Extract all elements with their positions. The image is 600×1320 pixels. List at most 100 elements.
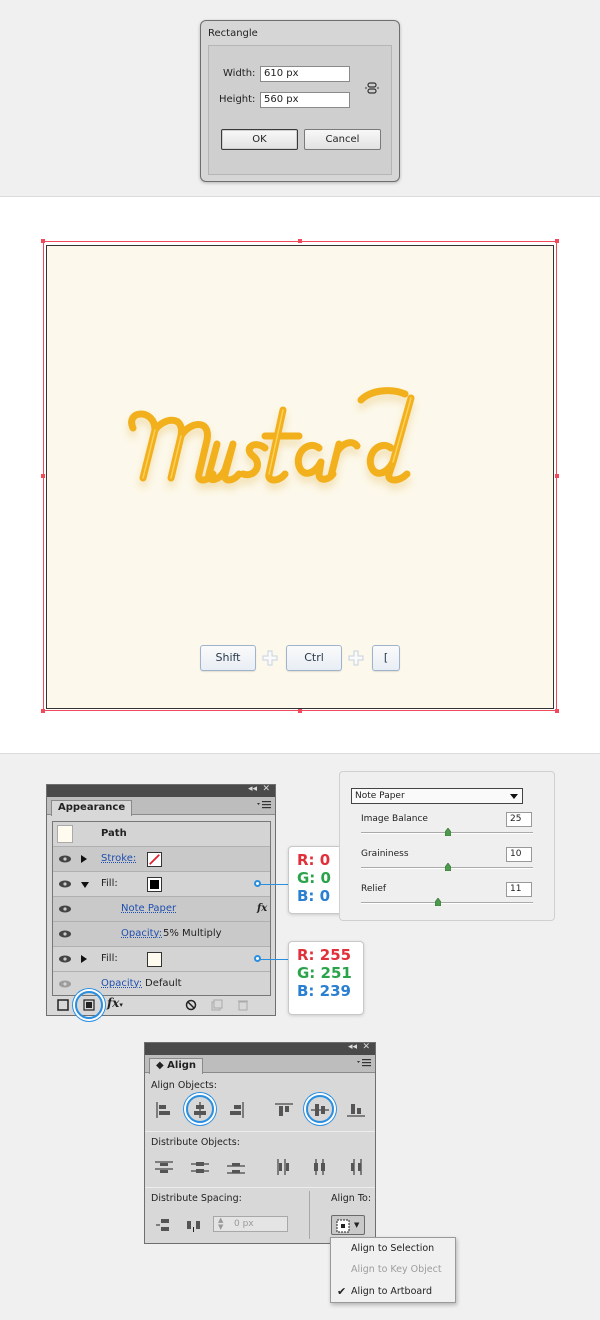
menu-item-align-to-selection[interactable]: Align to Selection [331, 1238, 455, 1260]
align-panel: ◂◂ ✕ ◆ Align Align Objects: Distribute O… [144, 1042, 376, 1244]
graininess-input[interactable]: 10 [506, 847, 532, 862]
visibility-eye-icon[interactable] [59, 955, 71, 963]
align-to-dropdown-menu: Align to Selection Align to Key Object ✔… [330, 1237, 456, 1303]
slider-thumb-icon[interactable] [445, 863, 451, 871]
list-item-stroke[interactable]: Stroke: [53, 847, 270, 872]
list-item-fill-black[interactable]: Fill: [53, 872, 270, 897]
panel-titlebar[interactable]: ◂◂ ✕ [145, 1042, 375, 1055]
vertical-distribute-top-icon[interactable] [155, 1159, 173, 1175]
highlight-ring [186, 1095, 214, 1123]
collapse-triangle-icon[interactable] [81, 882, 89, 888]
dialog-title: Rectangle [208, 28, 258, 39]
panel-menu-icon[interactable] [357, 1058, 371, 1068]
horizontal-distribute-right-icon[interactable] [347, 1159, 365, 1175]
fill-black-swatch[interactable] [147, 877, 162, 892]
plus-icon [348, 650, 364, 666]
delete-item-icon [238, 1000, 248, 1011]
tab-appearance[interactable]: Appearance [51, 800, 133, 816]
list-item-opacity-multiply[interactable]: Opacity: 5% Multiply [53, 922, 270, 947]
cancel-button[interactable]: Cancel [304, 129, 381, 150]
visibility-eye-icon[interactable] [59, 980, 71, 988]
blue-value: B: 0 [297, 887, 331, 905]
collapse-icon[interactable]: ◂◂ [348, 1042, 357, 1052]
visibility-eye-icon[interactable] [59, 855, 71, 863]
selection-handle[interactable] [555, 709, 559, 713]
fx-icon[interactable]: fx [257, 903, 267, 914]
list-item-note-paper[interactable]: Note Paper fx [53, 897, 270, 922]
visibility-eye-icon[interactable] [59, 880, 71, 888]
add-effect-fx-icon[interactable]: fx▾ [107, 996, 123, 1010]
selection-handle[interactable] [555, 474, 559, 478]
horizontal-align-left-icon[interactable] [155, 1102, 173, 1118]
vertical-distribute-center-icon[interactable] [191, 1159, 209, 1175]
selection-handle[interactable] [41, 239, 45, 243]
graininess-slider[interactable] [361, 863, 533, 871]
constrain-proportions-icon[interactable] [364, 80, 380, 96]
relief-slider[interactable] [361, 898, 533, 906]
visibility-eye-icon[interactable] [59, 930, 71, 938]
opacity-link[interactable]: Opacity: [121, 928, 162, 939]
opacity-value: 5% Multiply [163, 928, 222, 939]
expand-triangle-icon[interactable] [81, 955, 87, 963]
vertical-align-top-icon[interactable] [275, 1102, 293, 1118]
height-field[interactable]: 560 px [260, 92, 350, 108]
graininess-label: Graininess [361, 849, 409, 859]
stroke-none-swatch[interactable] [147, 852, 162, 867]
panel-menu-icon[interactable] [257, 800, 271, 810]
collapse-icon[interactable]: ◂◂ [248, 784, 257, 794]
visibility-eye-icon[interactable] [59, 905, 71, 913]
callout-connector [258, 884, 290, 885]
close-icon[interactable]: ✕ [362, 1042, 370, 1052]
selection-handle[interactable] [298, 239, 302, 243]
key-shift: Shift [200, 645, 256, 671]
selection-handle[interactable] [555, 239, 559, 243]
divider [145, 1187, 375, 1188]
image-balance-label: Image Balance [361, 814, 428, 824]
spacing-input: ▲ ▼ 0 px [213, 1216, 288, 1232]
appearance-panel: ◂◂ ✕ Appearance Path Stroke: Fill: Note … [46, 784, 276, 1016]
image-balance-input[interactable]: 25 [506, 812, 532, 827]
vertical-distribute-space-icon[interactable] [155, 1217, 173, 1233]
width-field[interactable]: 610 px [260, 66, 350, 82]
note-paper-link[interactable]: Note Paper [121, 903, 176, 914]
menu-item-align-to-key-object: Align to Key Object [351, 1264, 442, 1275]
align-to-button[interactable]: ▼ [331, 1215, 365, 1235]
panel-titlebar[interactable]: ◂◂ ✕ [47, 784, 275, 797]
tab-align[interactable]: ◆ Align [149, 1058, 204, 1074]
horizontal-align-right-icon[interactable] [227, 1102, 245, 1118]
image-balance-slider[interactable] [361, 828, 533, 836]
filter-select-value: Note Paper [355, 791, 405, 801]
divider [145, 1131, 375, 1132]
stroke-label[interactable]: Stroke: [101, 853, 136, 864]
add-new-stroke-icon[interactable] [57, 999, 69, 1011]
vertical-align-bottom-icon[interactable] [347, 1102, 365, 1118]
vertical-distribute-bottom-icon[interactable] [227, 1159, 245, 1175]
spacing-value: 0 px [234, 1219, 254, 1229]
callout-connector [258, 959, 290, 960]
selection-handle[interactable] [41, 474, 45, 478]
rgb-callout-black: R: 0 G: 0 B: 0 [288, 846, 346, 914]
selection-handle[interactable] [298, 709, 302, 713]
selection-handle[interactable] [41, 709, 45, 713]
fill-label: Fill: [101, 878, 118, 889]
horizontal-distribute-left-icon[interactable] [275, 1159, 293, 1175]
close-icon[interactable]: ✕ [262, 784, 270, 794]
slider-thumb-icon[interactable] [445, 828, 451, 836]
blue-value: B: 239 [297, 982, 351, 1000]
rectangle-dialog: Rectangle Width: 610 px Height: 560 px O… [200, 20, 400, 182]
horizontal-distribute-center-icon[interactable] [311, 1159, 329, 1175]
relief-input[interactable]: 11 [506, 882, 532, 897]
expand-triangle-icon[interactable] [81, 855, 87, 863]
list-item-fill-cream[interactable]: Fill: [53, 947, 270, 972]
ok-button[interactable]: OK [221, 129, 298, 150]
opacity-value: Default [145, 978, 182, 989]
slider-thumb-icon[interactable] [435, 898, 441, 906]
horizontal-distribute-space-icon[interactable] [185, 1217, 203, 1233]
filter-select[interactable]: Note Paper [351, 788, 523, 804]
red-value: R: 255 [297, 946, 352, 964]
fill-cream-swatch[interactable] [147, 952, 162, 967]
align-to-artboard-icon [336, 1219, 350, 1233]
menu-item-align-to-artboard[interactable]: ✔ Align to Artboard [331, 1281, 455, 1303]
clear-appearance-icon[interactable] [185, 999, 197, 1011]
opacity-link[interactable]: Opacity: [101, 978, 142, 989]
